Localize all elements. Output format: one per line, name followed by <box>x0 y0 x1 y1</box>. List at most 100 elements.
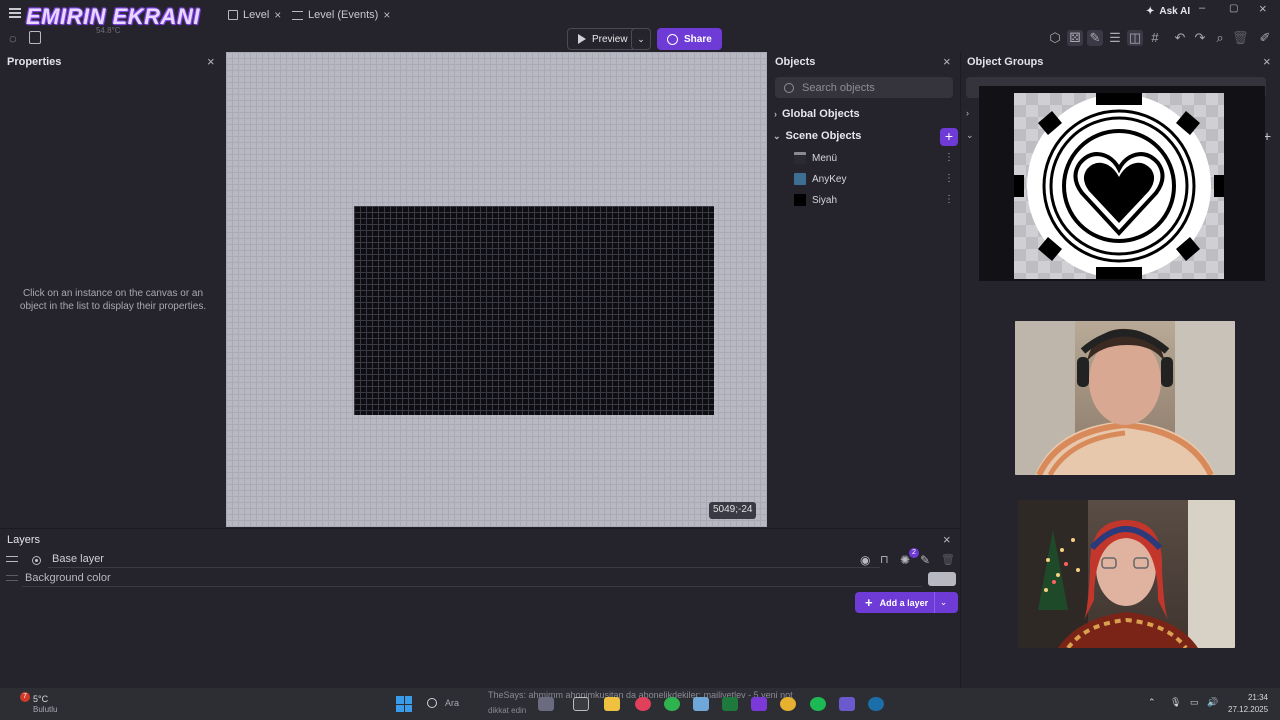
add-layer-options-chevron-icon[interactable]: ⌄ <box>934 592 952 613</box>
scene-objects-folder[interactable]: ⌄ Scene Objects <box>773 130 861 142</box>
app-icon[interactable] <box>693 697 709 711</box>
events-list-icon <box>292 10 303 20</box>
poker-chip-heart-icon <box>1014 93 1224 279</box>
close-tab-icon[interactable]: × <box>274 8 281 22</box>
global-objects-folder[interactable]: › Global Objects <box>774 108 860 120</box>
background-color-swatch[interactable] <box>928 572 956 586</box>
discord-icon[interactable] <box>839 697 855 711</box>
preview-button[interactable]: Preview <box>567 28 639 50</box>
close-objects-icon[interactable]: × <box>943 54 951 69</box>
share-button[interactable]: Share <box>657 28 722 50</box>
properties-title: Properties <box>7 56 62 68</box>
add-object-button[interactable]: + <box>940 128 958 146</box>
globe-icon <box>667 33 678 45</box>
file-explorer-icon[interactable] <box>604 697 620 711</box>
whatsapp-icon[interactable] <box>664 697 680 711</box>
scene-instance-siyah[interactable] <box>354 206 714 415</box>
poker-chip-logo <box>1014 93 1224 279</box>
delete-layer-icon[interactable]: 🗑 <box>941 553 955 566</box>
redo-icon[interactable]: ↷ <box>1192 30 1208 46</box>
add-layer-label: Add a layer <box>879 597 929 608</box>
object-label: AnyKey <box>812 173 847 185</box>
layer-divider <box>22 586 922 587</box>
taskbar-search-icon[interactable] <box>427 698 437 708</box>
edit-pencil-icon[interactable]: ✎ <box>1087 30 1103 46</box>
search-icon <box>784 82 794 93</box>
edit-scene-icon[interactable]: ✐ <box>1257 30 1273 46</box>
steam-icon[interactable] <box>868 697 884 711</box>
edit-layer-icon[interactable]: ✎ <box>920 553 930 567</box>
delete-icon[interactable]: 🗑 <box>1232 30 1249 46</box>
weather-overlay-text: 54.8°C <box>96 26 121 35</box>
object-menu-kebab-icon[interactable]: ⋮ <box>944 152 954 163</box>
webcam-feed-top <box>1015 321 1235 475</box>
search-objects-input[interactable]: Search objects <box>775 77 953 98</box>
unlock-icon[interactable]: ⊓ <box>880 553 889 566</box>
tab-label: Level (Events) <box>308 9 379 21</box>
eye-visibility-icon[interactable]: ◉ <box>860 553 870 567</box>
close-window-icon[interactable]: × <box>1259 1 1267 16</box>
volume-icon[interactable]: 🔊 <box>1207 697 1218 708</box>
undo-icon[interactable]: ↶ <box>1172 30 1188 46</box>
close-tab-icon[interactable]: × <box>383 8 390 22</box>
grid-icon[interactable]: # <box>1147 30 1163 46</box>
spotify-icon[interactable] <box>810 697 826 711</box>
tab-level[interactable]: Level × <box>228 6 281 24</box>
gdevelop-icon[interactable] <box>751 697 767 711</box>
layer-divider <box>48 567 880 568</box>
chrome-icon[interactable] <box>780 697 796 711</box>
windows-start-icon[interactable] <box>396 696 412 712</box>
ask-ai-button[interactable]: ✦ Ask AI <box>1146 6 1190 17</box>
object-item-anykey[interactable]: AnyKey <box>794 171 846 187</box>
cursor-coordinates: 5049;-24 <box>709 502 757 519</box>
taskbar-date[interactable]: 27.12.2025 <box>1228 705 1268 714</box>
opera-icon[interactable] <box>635 697 651 711</box>
chevron-right-icon: › <box>774 109 777 119</box>
layers-icon[interactable]: ◫ <box>1127 30 1143 46</box>
preview-options-button[interactable]: ⌄ <box>631 28 651 50</box>
list-icon[interactable]: ☰ <box>1107 30 1123 46</box>
chevron-down-icon: ⌄ <box>637 33 645 44</box>
object-menu-kebab-icon[interactable]: ⋮ <box>944 194 954 205</box>
weather-temp[interactable]: 5°C <box>33 694 48 704</box>
microphone-icon[interactable]: 🎙 <box>1170 697 1181 708</box>
play-icon <box>578 34 586 44</box>
chevron-right-icon[interactable]: › <box>966 108 969 118</box>
minimize-icon[interactable]: – <box>1199 2 1205 14</box>
app-icon-green[interactable] <box>722 697 738 711</box>
base-layer-label[interactable]: Base layer <box>52 553 104 565</box>
task-view-icon[interactable] <box>538 697 554 711</box>
object-item-menu[interactable]: Menü <box>794 150 837 166</box>
terminal-icon[interactable] <box>573 697 589 711</box>
show-hidden-icons-chevron-up-icon[interactable]: ⌃ <box>1148 697 1156 708</box>
plus-icon: + <box>944 128 954 144</box>
radio-selected-icon[interactable] <box>32 556 41 565</box>
taskbar-time[interactable]: 21:34 <box>1228 693 1268 702</box>
instances-icon[interactable]: ⚄ <box>1067 30 1083 46</box>
drag-handle-icon[interactable] <box>6 556 18 562</box>
close-object-groups-icon[interactable]: × <box>1263 54 1271 69</box>
taskbar-search-label[interactable]: Ara <box>445 698 459 708</box>
stream-notification-ticker-line2: dikkat edin <box>488 706 527 715</box>
zoom-icon[interactable]: ⌕ <box>1212 30 1228 46</box>
tab-level-events[interactable]: Level (Events) × <box>292 6 390 24</box>
close-layers-icon[interactable]: × <box>943 532 951 547</box>
properties-empty-hint: Click on an instance on the canvas or an… <box>19 288 207 312</box>
hamburger-menu-icon[interactable] <box>9 8 21 18</box>
plus-icon: + <box>865 595 873 610</box>
share-label: Share <box>684 33 712 45</box>
object-item-siyah[interactable]: Siyah <box>794 192 837 208</box>
project-manager-icon[interactable]: ◌ <box>9 31 17 46</box>
preview-label: Preview <box>592 33 628 45</box>
objects-title: Objects <box>775 56 816 68</box>
weather-desc[interactable]: Bulutlu <box>33 705 57 714</box>
chevron-down-icon[interactable]: ⌄ <box>966 130 974 141</box>
display-icon[interactable]: ▭ <box>1190 697 1199 708</box>
object-groups-title: Object Groups <box>967 56 1044 68</box>
close-properties-icon[interactable]: × <box>207 54 215 69</box>
3d-cube-icon[interactable]: ⬡ <box>1047 30 1063 46</box>
save-icon[interactable] <box>29 31 41 44</box>
maximize-icon[interactable]: ▢ <box>1229 3 1238 14</box>
object-menu-kebab-icon[interactable]: ⋮ <box>944 173 954 184</box>
layers-panel <box>0 528 960 688</box>
